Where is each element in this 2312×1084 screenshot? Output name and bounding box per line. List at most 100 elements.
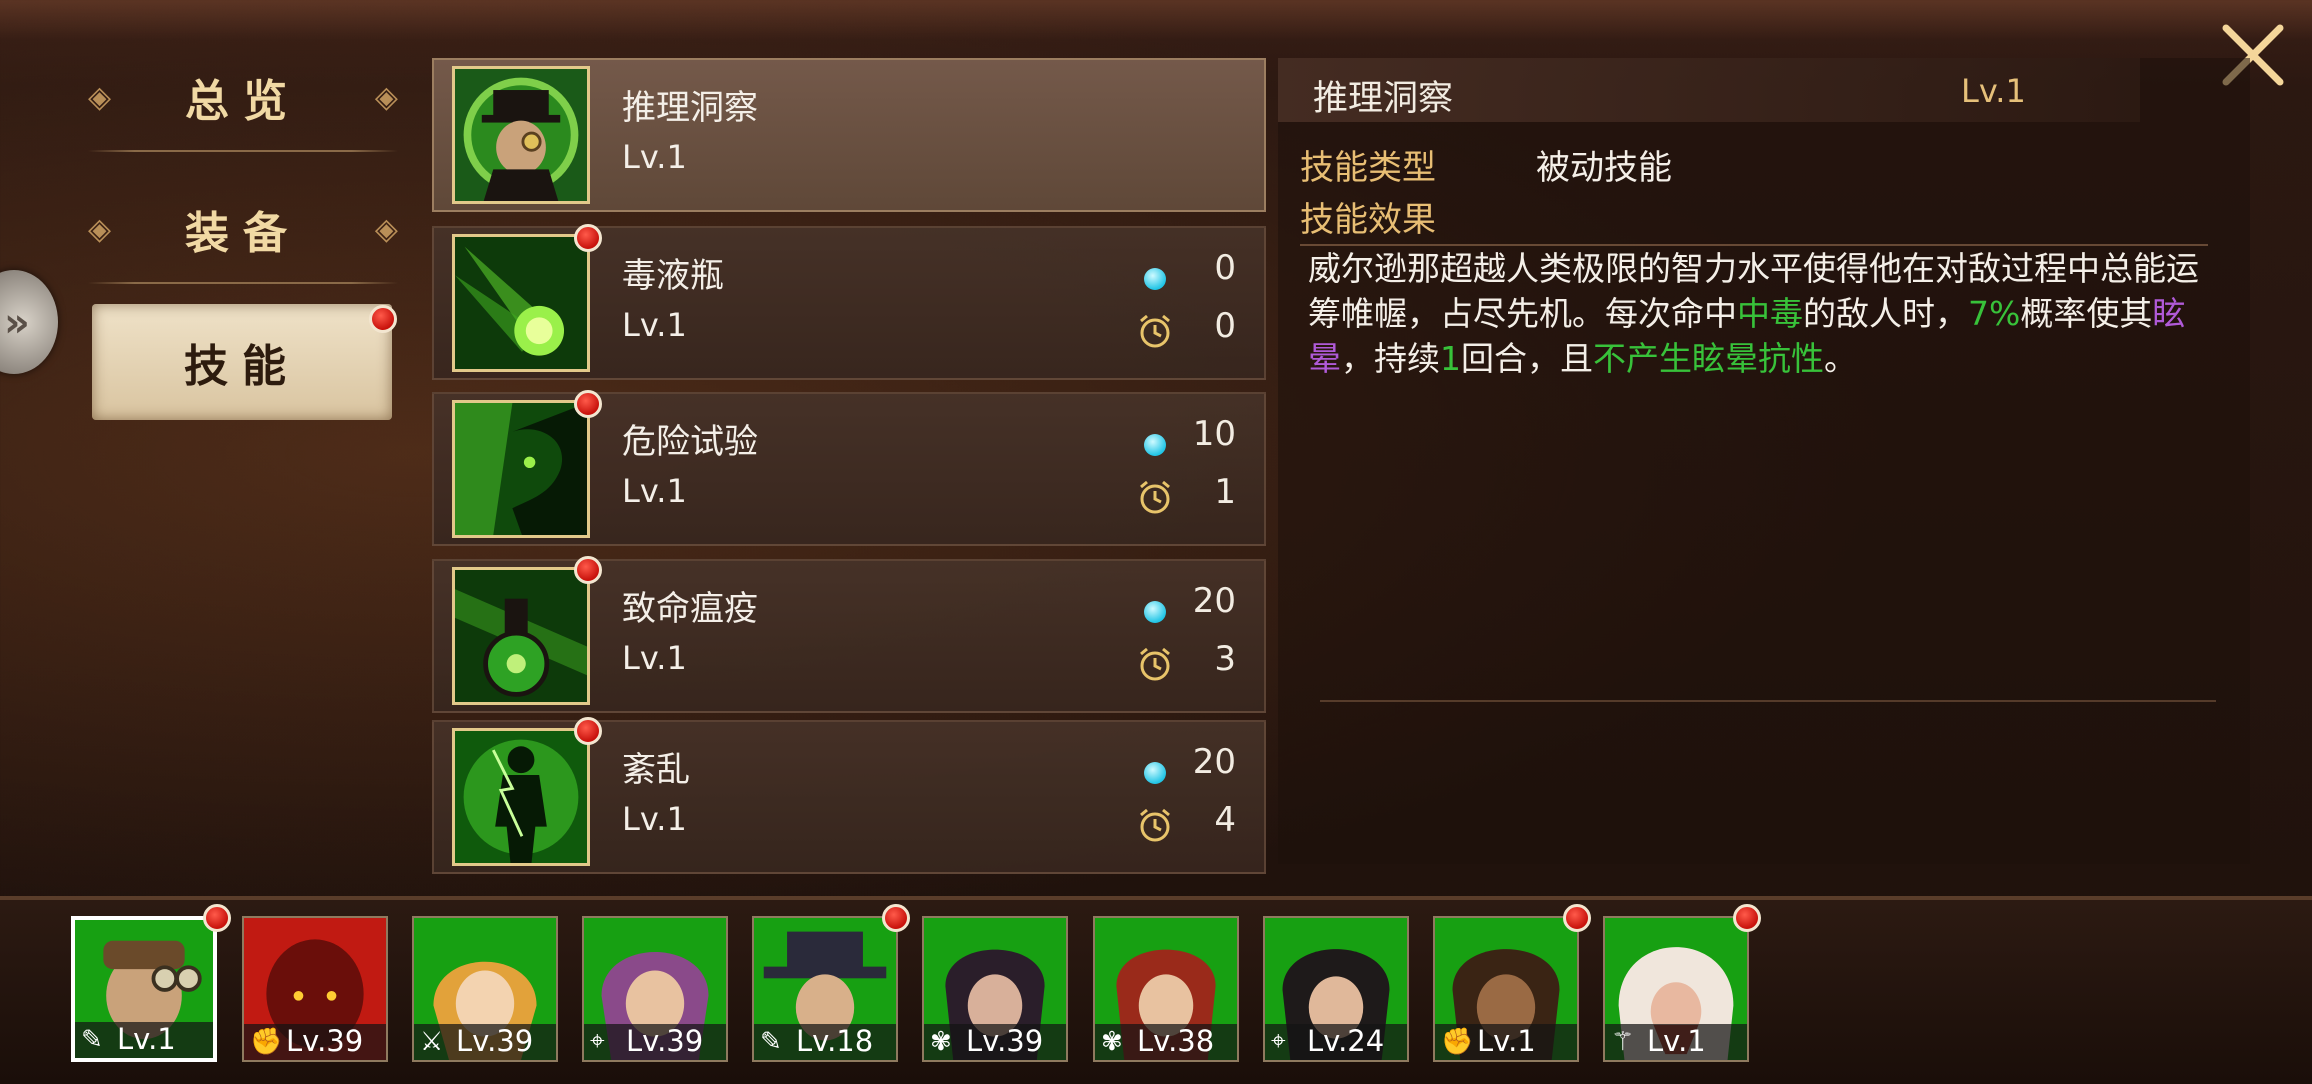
desc-text: ，持续 (1341, 339, 1440, 378)
energy-cost-value: 20 (1192, 742, 1236, 782)
tab-overview-label: 总览 (185, 76, 301, 127)
skill-row[interactable]: 毒液瓶 Lv.1 0 0 (432, 226, 1266, 380)
hero-level: Lv.38 (1137, 1024, 1215, 1058)
ornament-left-icon: ◈ (88, 212, 112, 247)
skill-name: 紊乱 (622, 750, 690, 790)
energy-cost-icon (1144, 434, 1166, 456)
pen-icon: ✎ (760, 1027, 782, 1057)
tab-skills[interactable]: 技能 (92, 304, 392, 420)
hero-level: Lv.39 (456, 1024, 534, 1058)
notification-badge (203, 904, 231, 932)
skill-level: Lv.1 (622, 800, 687, 838)
skill-detail-level: Lv.1 (1961, 72, 2026, 110)
hero-level: Lv.39 (626, 1024, 704, 1058)
lotus-icon: ✾ (1101, 1027, 1123, 1057)
alarm-clock-icon (1140, 647, 1170, 681)
lotus-icon: ✾ (930, 1027, 952, 1057)
ornament-right-icon: ◈ (374, 212, 398, 247)
poison-flask-icon (452, 567, 590, 705)
skill-detail-panel: 推理洞察 Lv.1 技能类型 被动技能 技能效果 威尔逊那超越人类极限的智力水平… (1278, 58, 2250, 864)
skill-detail-header: 推理洞察 Lv.1 (1278, 58, 2140, 122)
hero-level: Lv.39 (966, 1024, 1044, 1058)
skill-level: Lv.1 (622, 306, 687, 344)
fist-icon: ✊ (250, 1027, 283, 1057)
poison-comet-icon (452, 234, 590, 372)
cooldown-value: 1 (1214, 472, 1236, 512)
desc-keyword-poison: 中毒 (1737, 294, 1803, 333)
notification-badge (1563, 904, 1591, 932)
tab-skills-label: 技能 (184, 341, 300, 392)
energy-cost-value: 0 (1214, 248, 1236, 288)
energy-cost-icon (1144, 268, 1166, 290)
ornament-left-icon: ◈ (88, 80, 112, 115)
hero-level: Lv.39 (286, 1024, 364, 1058)
crosshair-icon: ⌖ (590, 1026, 605, 1056)
skill-type-value: 被动技能 (1536, 148, 1672, 188)
desc-text: 概率使其 (2020, 294, 2153, 333)
crosshair-icon: ⌖ (1271, 1026, 1286, 1056)
skill-description: 威尔逊那超越人类极限的智力水平使得他在对敌过程中总能运筹帷幄，占尽先机。每次命中… (1308, 246, 2208, 381)
skill-name: 致命瘟疫 (622, 589, 758, 629)
fist-icon: ✊ (1441, 1027, 1474, 1057)
energy-cost-value: 10 (1192, 414, 1236, 454)
desc-text: 回合，且 (1461, 339, 1593, 378)
skill-level: Lv.1 (622, 138, 687, 176)
sword-icon: ⚔ (420, 1027, 444, 1057)
skill-detail-title: 推理洞察 (1313, 79, 1454, 119)
notification-badge (1733, 904, 1761, 932)
desc-chance: 7% (1968, 294, 2021, 333)
notification-badge (574, 717, 602, 745)
notification-badge (574, 224, 602, 252)
notification-badge (574, 390, 602, 418)
hero-card[interactable]: ✎ Lv.18 (752, 916, 898, 1062)
detective-portrait-icon (452, 66, 590, 204)
cooldown-value: 0 (1214, 306, 1236, 346)
hero-card[interactable]: ✎ Lv.1 (71, 916, 217, 1062)
tab-divider (88, 282, 398, 284)
pen-icon: ✎ (81, 1025, 103, 1055)
notification-badge (369, 305, 397, 333)
skill-row[interactable]: 致命瘟疫 Lv.1 20 3 (432, 559, 1266, 713)
energy-cost-value: 20 (1192, 581, 1236, 621)
hero-level: Lv.1 (1647, 1024, 1706, 1058)
hero-card[interactable]: ⌖ Lv.24 (1263, 916, 1409, 1062)
toxic-silhouette-icon (452, 400, 590, 538)
energy-cost-icon (1144, 601, 1166, 623)
wand-icon: ⚚ (1611, 1027, 1635, 1057)
hero-card[interactable]: ✾ Lv.38 (1093, 916, 1239, 1062)
skill-effect-label: 技能效果 (1300, 200, 1436, 240)
hero-card[interactable]: ⚔ Lv.39 (412, 916, 558, 1062)
skill-row[interactable]: 推理洞察 Lv.1 (432, 58, 1266, 212)
hero-card[interactable]: ⚚ Lv.1 (1603, 916, 1749, 1062)
skill-level: Lv.1 (622, 472, 687, 510)
double-chevron-right-icon: » (4, 300, 30, 346)
alarm-clock-icon (1140, 808, 1170, 842)
hero-card[interactable]: ⌖ Lv.39 (582, 916, 728, 1062)
detail-bottom-divider (1320, 700, 2216, 702)
skill-row[interactable]: 危险试验 Lv.1 10 1 (432, 392, 1266, 546)
cooldown-value: 3 (1214, 639, 1236, 679)
tab-equipment[interactable]: ◈ 装备 ◈ (88, 174, 398, 284)
skill-type-label: 技能类型 (1300, 148, 1436, 188)
skill-name: 毒液瓶 (622, 256, 724, 296)
tab-equipment-label: 装备 (185, 208, 301, 259)
notification-badge (574, 556, 602, 584)
hero-level: Lv.1 (1477, 1024, 1536, 1058)
alarm-clock-icon (1140, 480, 1170, 514)
hero-card[interactable]: ✊ Lv.1 (1433, 916, 1579, 1062)
hero-card[interactable]: ✾ Lv.39 (922, 916, 1068, 1062)
side-expand-button[interactable]: » (0, 270, 58, 374)
top-glow (0, 0, 2312, 40)
tab-overview[interactable]: ◈ 总览 ◈ (88, 42, 398, 152)
hero-level: Lv.18 (796, 1024, 874, 1058)
desc-text: 。 (1824, 339, 1857, 378)
energy-cost-icon (1144, 762, 1166, 784)
desc-text: 的敌人时， (1803, 294, 1968, 333)
cooldown-value: 4 (1214, 800, 1236, 840)
electrified-figure-icon (452, 728, 590, 866)
skill-row[interactable]: 紊乱 Lv.1 20 4 (432, 720, 1266, 874)
hero-card[interactable]: ✊ Lv.39 (242, 916, 388, 1062)
notification-badge (882, 904, 910, 932)
skill-level: Lv.1 (622, 639, 687, 677)
tab-divider (88, 150, 398, 152)
